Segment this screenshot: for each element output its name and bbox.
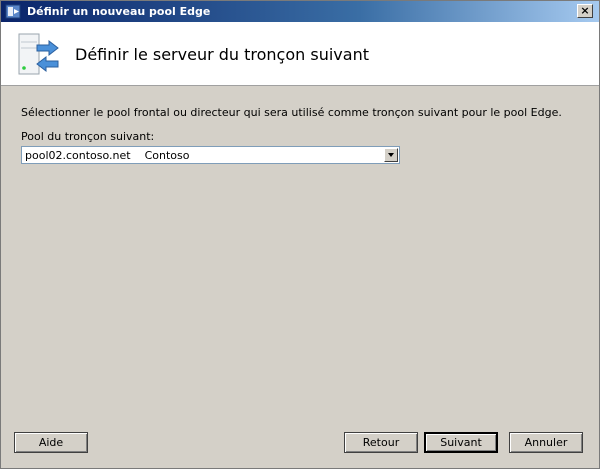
wizard-window: Définir un nouveau pool Edge × Définir l…	[0, 0, 600, 469]
close-icon: ×	[580, 4, 590, 17]
close-button[interactable]: ×	[577, 4, 593, 18]
window-title: Définir un nouveau pool Edge	[27, 5, 211, 18]
title-bar: Définir un nouveau pool Edge ×	[1, 1, 599, 22]
page-title: Définir le serveur du tronçon suivant	[75, 45, 369, 64]
back-button[interactable]: Retour	[344, 432, 418, 453]
chevron-down-icon[interactable]	[384, 148, 398, 162]
next-hop-pool-select[interactable]: pool02.contoso.net Contoso	[21, 146, 400, 164]
cancel-button[interactable]: Annuler	[509, 432, 583, 453]
wizard-header: Définir le serveur du tronçon suivant	[1, 22, 599, 86]
next-hop-pool-value: pool02.contoso.net Contoso	[25, 149, 190, 162]
server-wizard-icon	[5, 4, 21, 19]
server-arrows-icon	[18, 33, 59, 75]
next-button[interactable]: Suivant	[424, 432, 498, 453]
help-button[interactable]: Aide	[14, 432, 88, 453]
instruction-text: Sélectionner le pool frontal ou directeu…	[21, 106, 562, 119]
pool-label: Pool du tronçon suivant:	[21, 130, 155, 143]
